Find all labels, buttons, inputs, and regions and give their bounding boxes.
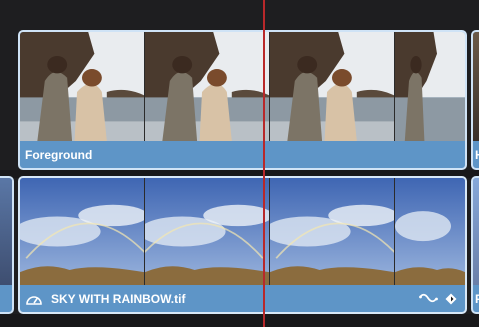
thumbnail-beach: [395, 32, 465, 141]
playhead[interactable]: [263, 0, 265, 327]
thumbnail-beach: [270, 32, 395, 141]
clip-next-partial[interactable]: H: [471, 30, 479, 170]
thumbnail-beach: [20, 32, 145, 141]
timeline[interactable]: Foreground H: [0, 0, 479, 327]
track-divider: [0, 314, 479, 327]
thumbnail-sky: [145, 178, 270, 285]
thumbnail-sky: [20, 178, 145, 285]
clip-name: SKY WITH RAINBOW.tif: [51, 291, 186, 306]
clip-foreground[interactable]: Foreground: [18, 30, 467, 170]
speed-gauge-icon[interactable]: [25, 292, 43, 306]
thumbnail-partial: [473, 178, 479, 285]
clip-thumbnails: [20, 178, 465, 285]
thumbnail-sky: [270, 178, 395, 285]
clip-sky-with-rainbow[interactable]: SKY WITH RAINBOW.tif: [18, 176, 467, 314]
clip-next-partial[interactable]: F: [471, 176, 479, 314]
clip-status-icons: [419, 285, 457, 312]
clip-thumbnails: [20, 32, 465, 141]
thumbnail-sky: [395, 178, 465, 285]
clip-name: Foreground: [25, 147, 93, 162]
thumbnail-beach: [145, 32, 270, 141]
thumbnail-partial: [473, 32, 479, 141]
clip-name-partial: H: [475, 148, 479, 162]
keyframe-diamond-icon[interactable]: [445, 293, 457, 305]
clip-label-bar: Foreground: [20, 141, 465, 168]
clip-previous-partial[interactable]: [0, 176, 14, 314]
curve-icon[interactable]: [419, 293, 439, 305]
clip-label-bar: SKY WITH RAINBOW.tif: [20, 285, 465, 312]
clip-name-partial: F: [475, 292, 479, 306]
thumbnail-partial: [0, 178, 12, 285]
